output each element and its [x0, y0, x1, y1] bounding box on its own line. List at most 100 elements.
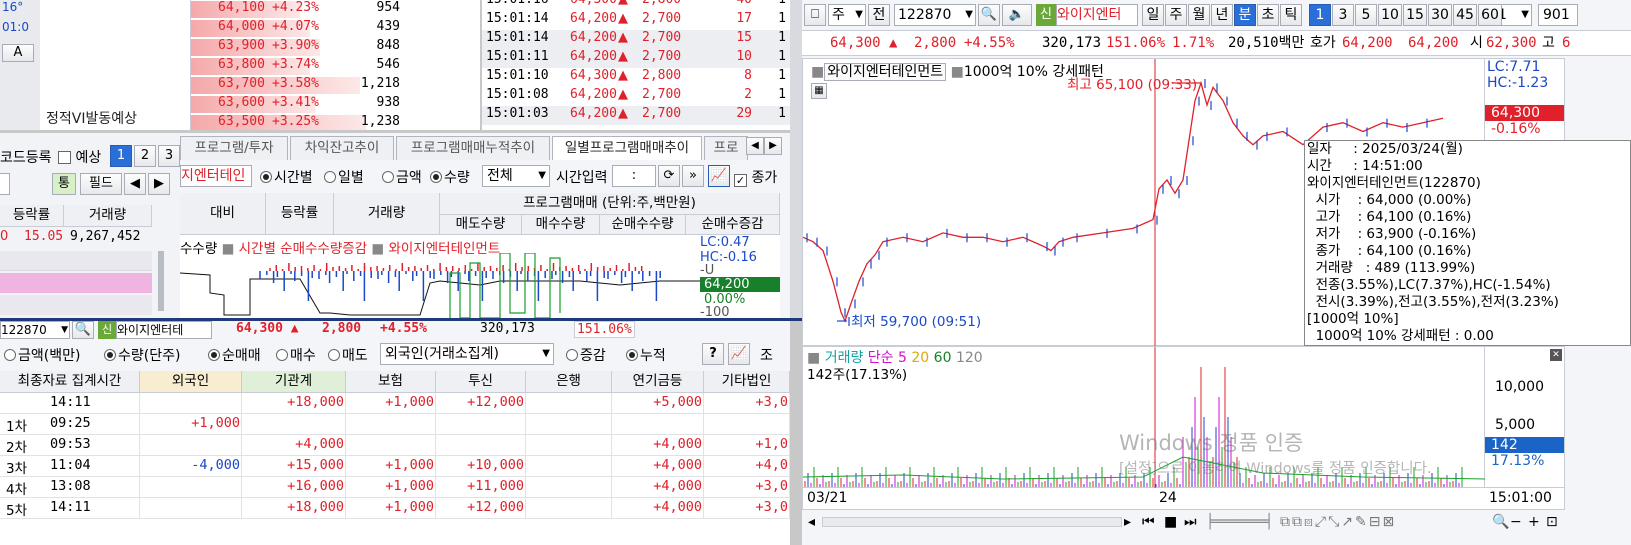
chart-search-icon[interactable]: 🔍	[978, 4, 1000, 26]
tab-next-button[interactable]: ▶	[764, 137, 782, 155]
investor-header[interactable]: 기관계	[242, 371, 346, 393]
last-icon[interactable]: ⏭	[1184, 514, 1197, 530]
chart-sound-icon[interactable]: 🔈	[1002, 4, 1032, 26]
program-tab[interactable]: 프로그램매매누적추이	[396, 136, 550, 160]
chart-ju-select[interactable]: 주 ▼	[828, 4, 866, 26]
program-tab[interactable]: 프로	[704, 136, 748, 160]
period-button[interactable]: 틱	[1280, 4, 1302, 26]
zoom-search-icon[interactable]: 🔍	[1492, 514, 1509, 530]
header-program[interactable]: 프로그램매매 (단위:주,백만원)	[440, 193, 780, 215]
field-button[interactable]: 필드	[80, 173, 122, 195]
period-button[interactable]: 분	[1234, 4, 1256, 26]
period-button[interactable]: 주	[1165, 4, 1187, 26]
chart-count2-input[interactable]: 901	[1538, 4, 1578, 26]
minute-button[interactable]: 3	[1332, 4, 1354, 26]
program-tab[interactable]: 일별프로그램매매추이	[552, 136, 702, 160]
v-scrollbar[interactable]	[158, 251, 164, 311]
minute-button[interactable]: 15	[1403, 4, 1427, 26]
code-register-label[interactable]: 코드등록	[0, 147, 52, 167]
radio-amount-million[interactable]: 금액(백만)	[4, 345, 80, 365]
radio-qty-shares[interactable]: 수량(단주)	[104, 345, 180, 365]
first-icon[interactable]: ⏮	[1142, 514, 1155, 530]
radio-amount[interactable]: 금액	[382, 167, 422, 187]
chart-stock-name[interactable]: 와이지엔터	[1056, 4, 1138, 26]
investor-extra[interactable]: 조	[760, 345, 773, 365]
investor-header[interactable]: 기타법인	[704, 371, 790, 393]
page-1-button[interactable]: 1	[110, 145, 132, 167]
header-volume[interactable]: 거래량	[334, 193, 440, 235]
tong-button[interactable]: 통	[52, 173, 76, 195]
preview-checkbox[interactable]: 예상	[58, 147, 101, 167]
investor-type-select[interactable]: 외국인(거래소집계) ▼	[380, 343, 554, 365]
side-a-button[interactable]: A	[2, 44, 34, 62]
radio-cumulative[interactable]: 누적	[626, 345, 666, 365]
header-sell-qty[interactable]: 매도수량	[440, 215, 522, 235]
header-net-change[interactable]: 순매수증감	[686, 215, 780, 235]
time-input[interactable]: :	[612, 165, 656, 187]
minute-button[interactable]: 1	[1309, 4, 1331, 26]
radio-sell[interactable]: 매도	[328, 345, 368, 365]
investor-header[interactable]: 연기금등	[612, 371, 704, 393]
code-input[interactable]	[0, 173, 10, 195]
close-price-checkbox[interactable]: ✓ 종가	[734, 167, 777, 187]
refresh-button[interactable]: ⟳	[658, 165, 680, 187]
prev-button[interactable]: ◀	[124, 173, 146, 195]
header-rate[interactable]: 등락률	[266, 193, 334, 235]
zoom-slider[interactable]: ╞══════╡	[1206, 514, 1273, 530]
chart-grid-icon[interactable]: ▦	[811, 83, 827, 99]
minute-button[interactable]: 5	[1355, 4, 1377, 26]
program-stock-name[interactable]: 지엔터테인	[180, 165, 252, 187]
radio-buy[interactable]: 매수	[276, 345, 316, 365]
radio-time[interactable]: 시간별	[260, 167, 313, 187]
radio-quantity[interactable]: 수량	[430, 167, 470, 187]
program-tab[interactable]: 프로그램/투자	[180, 136, 288, 160]
investor-chart-icon[interactable]: 📈	[728, 343, 750, 365]
tool-icons[interactable]: ⧉⧉⧇⤢⤡↗✎⊟⊠	[1280, 514, 1396, 530]
radio-change[interactable]: 증감	[566, 345, 606, 365]
investor-search-icon[interactable]: 🔍	[72, 321, 94, 339]
investor-name[interactable]: 와이지엔터테	[116, 321, 212, 339]
header-net-qty[interactable]: 순매수수량	[600, 215, 686, 235]
select-all[interactable]: 전체 ▼	[482, 165, 550, 187]
period-button[interactable]: 월	[1188, 4, 1210, 26]
radio-daily[interactable]: 일별	[324, 167, 364, 187]
chart-jeon-button[interactable]: 전	[868, 4, 890, 26]
help-button[interactable]: ?	[702, 343, 724, 365]
chart-toggle-icon[interactable]: 📈	[708, 165, 730, 187]
header-buy-qty[interactable]: 매수수량	[522, 215, 600, 235]
scroll-track[interactable]	[822, 517, 1122, 527]
investor-cell-etc: +1,0	[755, 436, 788, 452]
stop-icon[interactable]: ■	[1164, 514, 1177, 530]
scroll-left-icon[interactable]: ◂	[808, 514, 815, 530]
period-button[interactable]: 초	[1257, 4, 1279, 26]
header-volume[interactable]: 거래량	[64, 205, 152, 227]
zoom-in-icon[interactable]: +	[1528, 514, 1540, 530]
chart-menu-icon[interactable]: ⎕	[804, 4, 826, 26]
zoom-out-icon[interactable]: −	[1510, 514, 1522, 530]
page-2-button[interactable]: 2	[134, 145, 156, 167]
investor-code[interactable]: 122870 ▼	[0, 321, 70, 339]
tab-prev-button[interactable]: ◀	[746, 137, 764, 155]
investor-header[interactable]: 보험	[346, 371, 436, 393]
investor-header[interactable]: 최종자료 집계시간	[0, 371, 140, 393]
minute-button[interactable]: 10	[1378, 4, 1402, 26]
investor-header[interactable]: 투신	[436, 371, 526, 393]
scroll-right-icon[interactable]: ▸	[1124, 514, 1131, 530]
minute-button[interactable]: 30	[1428, 4, 1452, 26]
header-rate[interactable]: 등락률	[0, 205, 64, 227]
volume-close-icon[interactable]: ✕	[1550, 349, 1562, 361]
page-3-button[interactable]: 3	[158, 145, 180, 167]
settings-icon[interactable]: ⊡	[1546, 514, 1558, 530]
next-button[interactable]: ▶	[148, 173, 170, 195]
investor-header[interactable]: 은행	[526, 371, 612, 393]
program-tab[interactable]: 차익잔고추이	[290, 136, 394, 160]
period-button[interactable]: 년	[1211, 4, 1233, 26]
chart-code-input[interactable]: 122870 ▼	[894, 4, 976, 26]
minute-button[interactable]: 60	[1478, 4, 1502, 26]
radio-net[interactable]: 순매매	[208, 345, 261, 365]
investor-header[interactable]: 외국인	[140, 371, 242, 393]
forward-button[interactable]: »	[682, 165, 704, 187]
period-button[interactable]: 일	[1142, 4, 1164, 26]
header-diff[interactable]: 대비	[180, 193, 266, 235]
minute-button[interactable]: 45	[1453, 4, 1477, 26]
